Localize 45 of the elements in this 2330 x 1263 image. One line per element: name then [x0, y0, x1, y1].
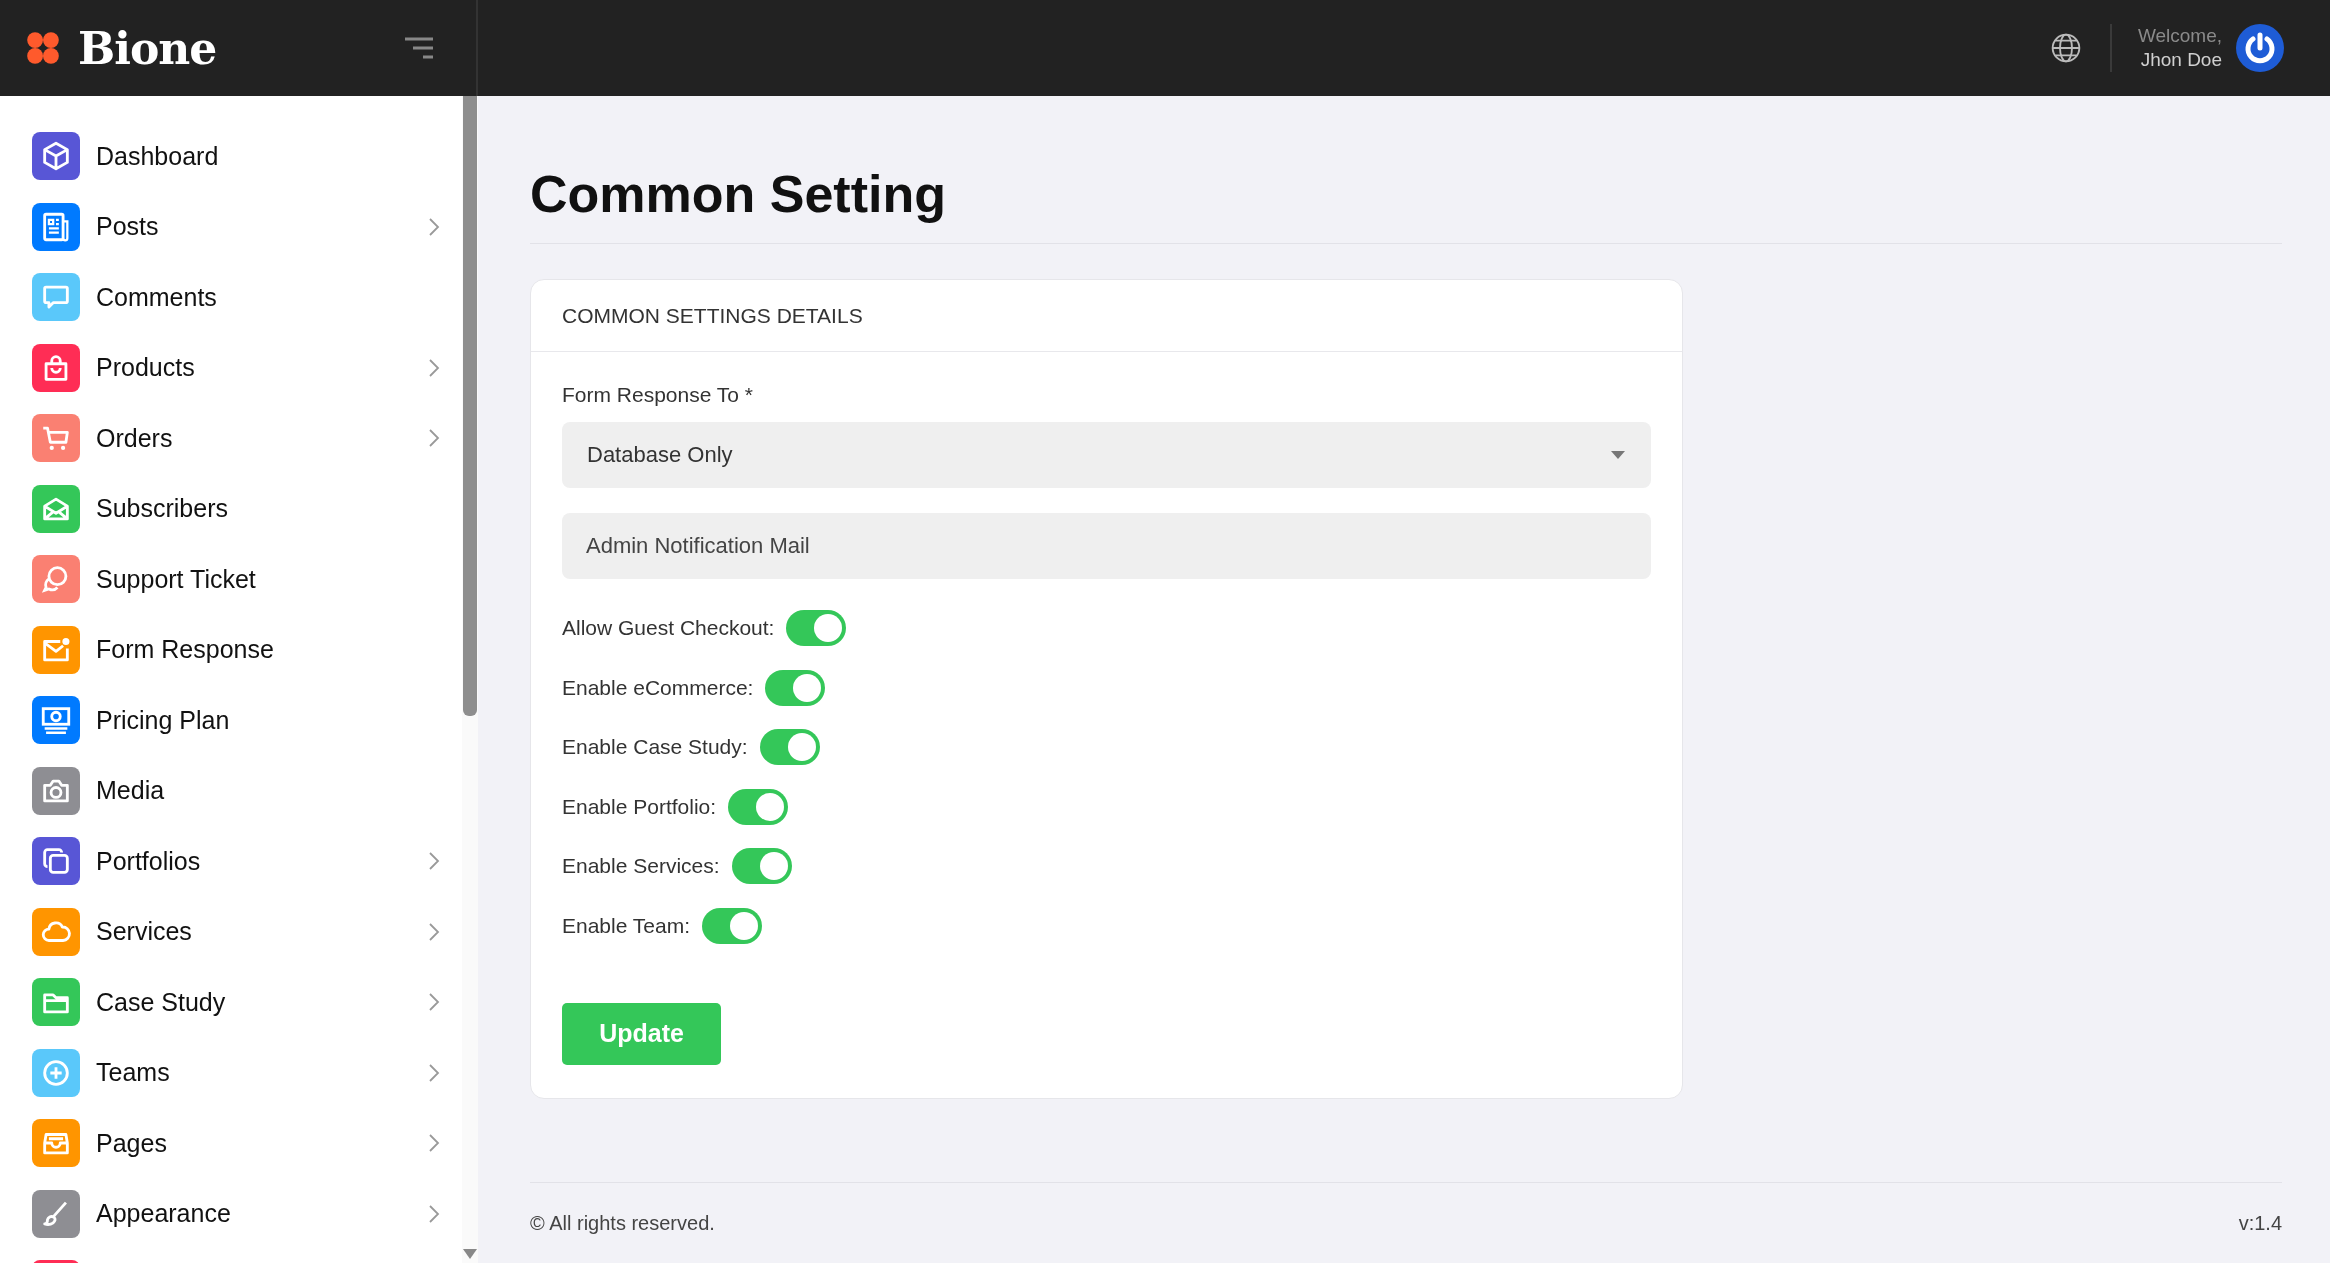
- toggle-switch[interactable]: [786, 610, 847, 646]
- sidebar-item[interactable]: Orders: [96, 423, 173, 453]
- toggle-switch[interactable]: [765, 669, 826, 706]
- power-icon[interactable]: [2236, 24, 2284, 72]
- logo-icon: [24, 29, 62, 67]
- sidebar-item[interactable]: Media: [96, 776, 165, 806]
- scroll-down-icon[interactable]: [463, 1249, 477, 1259]
- brand-name: Bione: [78, 22, 217, 74]
- sidebar-item[interactable]: Posts: [96, 212, 159, 242]
- sidebar-item[interactable]: Comments: [96, 282, 217, 312]
- sidebar-item[interactable]: Services: [96, 917, 192, 947]
- sidebar-item[interactable]: Support Ticket: [96, 564, 256, 594]
- input-field[interactable]: Admin Notification Mail: [562, 513, 1651, 579]
- sidebar-item[interactable]: Form Response: [96, 635, 274, 665]
- sidebar-item[interactable]: Teams: [96, 1058, 170, 1088]
- card-title: COMMON SETTINGS DETAILS: [562, 303, 863, 328]
- toggle-label: Enable Team:: [562, 913, 691, 938]
- user-name: Jhon Doe: [2140, 48, 2222, 72]
- field-label: Form Response To *: [562, 382, 754, 408]
- caret-icon: [1611, 451, 1625, 459]
- menu-icon[interactable]: [404, 37, 434, 59]
- toggle-label: Enable Case Study:: [562, 735, 748, 759]
- scrollbar-thumb[interactable]: [463, 96, 477, 716]
- toggle-switch[interactable]: [702, 907, 763, 944]
- toggle-label: Enable Portfolio:: [562, 794, 717, 819]
- sidebar-item[interactable]: Appearance: [96, 1199, 231, 1229]
- toggle-label: Enable Services:: [562, 854, 720, 878]
- copyright-text: © All rights reserved.: [530, 1211, 715, 1235]
- welcome-text: Welcome,: [2137, 24, 2222, 48]
- toggle-switch[interactable]: [728, 788, 789, 825]
- sidebar-item[interactable]: Portfolios: [96, 846, 201, 876]
- page-title: Common Setting: [530, 164, 946, 225]
- sidebar-item[interactable]: Products: [96, 353, 195, 383]
- sidebar-item[interactable]: Case Study: [96, 987, 226, 1017]
- sidebar-item[interactable]: Subscribers: [96, 494, 228, 524]
- sidebar-item[interactable]: Pricing Plan: [96, 705, 230, 735]
- select-field[interactable]: Database Only: [562, 422, 1651, 488]
- toggle-label: Allow Guest Checkout:: [562, 616, 775, 640]
- toggle-switch[interactable]: [731, 848, 792, 884]
- sidebar-item[interactable]: Dashboard: [96, 141, 219, 171]
- globe-icon[interactable]: [2049, 32, 2082, 64]
- toggle-switch[interactable]: [759, 729, 820, 765]
- sidebar-item[interactable]: Pages: [96, 1128, 167, 1158]
- toggle-label: Enable eCommerce:: [562, 675, 754, 700]
- version-text: v:1.4: [2238, 1211, 2282, 1235]
